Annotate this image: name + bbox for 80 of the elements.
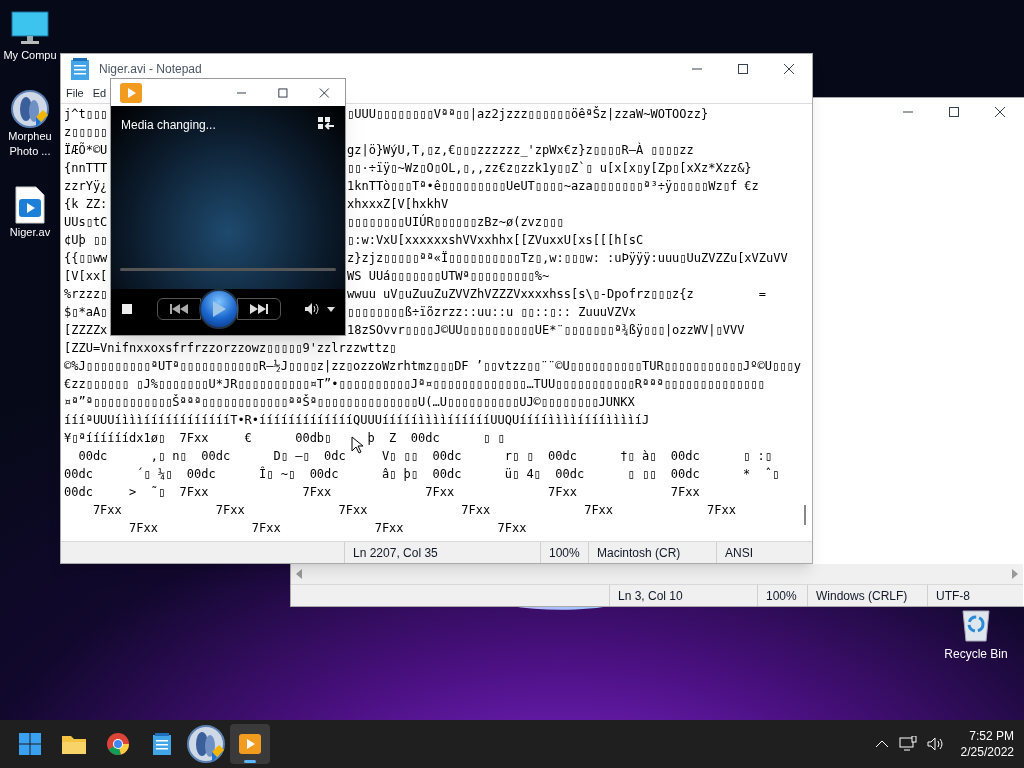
text-line: wwuu uV▯uZuuZuZVVZhVZZZVxxxxhss[s\▯-Dpofrz▯▯▯z{z = bbox=[347, 286, 767, 303]
text-line: zzrYÿ¿ bbox=[64, 178, 109, 195]
text-line: [ZZU=Vnifnxxoxsfrfrzzorzzowz▯▯▯▯▯9'zzlrzzwttz▯ bbox=[64, 341, 397, 355]
status-text: UTF-8 bbox=[936, 587, 970, 605]
dropdown-arrow-icon[interactable] bbox=[327, 306, 335, 312]
taskbar-app-button[interactable] bbox=[230, 724, 270, 764]
text-line: ▯▯▯▯▯▯▯▯UIÚR▯▯▯▯▯▯zBz~ø(zvz▯▯▯ bbox=[347, 213, 564, 231]
horizontal-scrollbar[interactable] bbox=[291, 564, 1023, 584]
text-line: {{▯▯ww bbox=[64, 250, 109, 267]
status-text: 100% bbox=[549, 544, 580, 562]
globe-figures-icon bbox=[186, 724, 226, 764]
text-line: z▯▯▯▯▯ bbox=[64, 124, 109, 141]
text-line: 18zSOvvr▯▯▯▯J©UU▯▯▯▯▯▯▯▯▯▯UE*¨▯▯▯▯▯▯▯ª¾ßÿ▯▯▯|ozzWV|▯VVV bbox=[347, 322, 745, 339]
notepad-icon bbox=[69, 56, 91, 81]
status-text: ANSI bbox=[725, 544, 753, 562]
text-line: ÏÆÕ*©U bbox=[64, 141, 109, 159]
browser-icon bbox=[106, 732, 130, 756]
text-line: {nnTTT bbox=[64, 160, 109, 177]
switch-to-library-icon[interactable] bbox=[317, 116, 335, 132]
text-line: $▯*aA▯ bbox=[64, 304, 109, 321]
volume-icon[interactable] bbox=[305, 303, 319, 315]
text-line: j^t▯▯▯ bbox=[64, 106, 109, 123]
window-title: Niger.avi - Notepad bbox=[99, 60, 202, 78]
desktop-icon-label[interactable]: Niger.av bbox=[9, 225, 51, 240]
scrollbar-thumb[interactable] bbox=[804, 505, 806, 525]
desktop-icon-label[interactable]: Recycle Bin bbox=[944, 645, 1008, 663]
status-text: Ln 3, Col 10 bbox=[618, 587, 683, 605]
volume-icon[interactable] bbox=[926, 737, 945, 751]
text-line: [ZZZZx bbox=[64, 322, 109, 339]
desktop-icon-label[interactable]: Morpheu Photo ... bbox=[8, 129, 52, 159]
network-icon[interactable] bbox=[898, 736, 917, 752]
text-line: ▯▯·÷ïÿ▯~Wz▯O▯OL,▯,,zz€z▯zzk1y▯▯Z`▯ u[x[x▯y[Zp▯[xXz*Xzz&} bbox=[347, 160, 752, 177]
status-text: Media changing... bbox=[121, 117, 216, 134]
text-line: z}zjz▯▯▯▯▯ªª«Ï▯▯▯▯▯▯▯▯▯▯Tz▯,w:▯▯▯w: :uÞÿÿÿ:uuu▯UuZVZZu[xVZuVV bbox=[347, 250, 788, 267]
clock-date[interactable]: 2/25/2022 bbox=[960, 744, 1014, 760]
text-line: 00dc ,▯ n▯ 00dc D▯ –▯ 0dc V▯ ▯▯ 00dc r▯ ▯ 00dc †▯ à▯ 00dc ▯ :▯ bbox=[77, 449, 772, 463]
text-line: ¢Uþ ▯▯ bbox=[64, 232, 109, 249]
text-line: ▯UUU▯▯▯▯▯▯▯▯Vªª▯▯|az2jzzz▯▯▯▯▯▯öêªŠz|zzaW~WOTOOzz} bbox=[347, 105, 709, 123]
text-line: %rzzz▯ bbox=[64, 286, 109, 303]
mouse-pointer-icon bbox=[351, 436, 363, 454]
play-icon bbox=[212, 301, 226, 317]
text-line: {k ZZ: bbox=[64, 196, 109, 213]
text-line: 7Fxx 7Fxx 7Fxx 7Fxx 7Fxx 7Fxx bbox=[91, 503, 736, 517]
text-line: €zz▯▯▯▯▯▯ ▯J%▯▯▯▯▯▯▯U*JR▯▯▯▯▯▯▯▯▯▯¤T”•▯▯▯▯▯▯▯▯▯▯Jª¤▯▯▯▯▯▯▯▯▯▯▯▯▯…TUU▯▯▯▯▯▯▯▯▯▯▯Rªªª▯▯▯▯▯▯▯▯▯▯▯▯▯▯ bbox=[64, 377, 765, 391]
status-text: Ln 2207, Col 35 bbox=[353, 544, 438, 562]
status-text: Windows (CRLF) bbox=[816, 587, 908, 605]
desktop-icon-label[interactable]: My Compu bbox=[3, 48, 57, 63]
text-line: [V[xx[ bbox=[64, 268, 109, 285]
scroll-left-icon[interactable] bbox=[295, 569, 303, 579]
windows-logo-icon bbox=[18, 732, 42, 756]
status-text: Macintosh (CR) bbox=[597, 544, 681, 562]
text-line: WS UUá▯▯▯▯▯▯▯UTWª▯▯▯▯▯▯▯▯▯%~ bbox=[347, 268, 550, 285]
text-line: íííªUUUíìììííííííííííííT•R•íííííííííííííQUUUíííííììììííííííUUQUííííììììííííììììíJ bbox=[64, 413, 650, 427]
text-line: ¤ª”ª▯▯▯▯▯▯▯▯▯▯▯Šªªª▯▯▯▯▯▯▯▯▯▯▯▯ªªŠª▯▯▯▯▯▯▯▯▯▯▯▯▯▯U(…U▯▯▯▯▯▯▯▯▯▯UJ©▯▯▯▯▯▯▯▯JUNKX bbox=[64, 395, 635, 409]
menu-item[interactable]: Ed bbox=[92, 84, 107, 102]
text-line: ¥▯ªíííííídx1ø▯ 7Fxx € 00db▯ þ Z 00dc ▯ ▯ bbox=[64, 431, 505, 445]
text-line: UUs▯tC bbox=[64, 214, 109, 231]
text-line: 7Fxx 7Fxx 7Fxx 7Fxx bbox=[128, 521, 527, 535]
play-button[interactable] bbox=[199, 289, 239, 329]
text-line: gz|ö}WýU,T,▯z,€▯▯▯zzzzzz_'zpWx€z}z▯▯▯▯R—À ▯▯▯▯zz bbox=[347, 141, 694, 159]
previous-button[interactable] bbox=[157, 298, 201, 320]
text-line: 1knTTò▯▯▯Tª•ê▯▯▯▯▯▯▯▯▯UeUT▯▯▯▯~aza▯▯▯▯▯▯▯ª³÷ÿ▯▯▯▯▯Wz▯f €z bbox=[347, 178, 759, 195]
globe-figures-icon bbox=[10, 89, 50, 129]
taskbar-app-button[interactable] bbox=[186, 724, 226, 764]
clock-time[interactable]: 7:52 PM bbox=[969, 728, 1014, 744]
text-line: 00dc ´▯ ¼▯ 00dc Î▯ ~▯ 00dc â▯ þ▯ 00dc ü▯ 4▯ 00dc ▯ ▯▯ 00dc * ˆ▯ bbox=[64, 467, 780, 481]
text-line: 00dc > ˜▯ 7Fxx 7Fxx 7Fxx 7Fxx 7Fxx bbox=[64, 485, 700, 499]
previous-icon bbox=[169, 304, 189, 314]
status-text: 100% bbox=[766, 587, 797, 605]
menu-item[interactable]: File bbox=[66, 84, 84, 102]
text-line: ▯:w:VxU[xxxxxxshVVxxhhx[[ZVuxxU[xs[[[h[sC bbox=[347, 232, 644, 249]
chevron-up-icon[interactable] bbox=[874, 740, 889, 748]
notepad-icon bbox=[151, 732, 173, 756]
text-line: ▯▯▯▯▯▯▯▯ß÷ïõzrzz::uu::u ▯▯::▯:: ZuuuVZVx bbox=[347, 304, 636, 321]
next-icon bbox=[249, 304, 269, 314]
text-line: xhxxxZ[V[hxkhV bbox=[347, 196, 449, 213]
media-player-icon bbox=[238, 732, 262, 756]
text-line: ©%J▯▯▯▯▯▯▯▯▯ªUTª▯▯▯▯▯▯▯▯▯▯▯R—½J▯▯▯▯z|zz▯ozzoWzrhtmz▯▯▯DF ’▯▯vtzz▯▯¨¨©U▯▯▯▯▯▯▯▯▯▯TUR▯▯▯▯▯▯▯▯▯▯▯Jº©U▯▯▯y bbox=[64, 359, 801, 373]
next-button[interactable] bbox=[237, 298, 281, 320]
stop-icon[interactable] bbox=[121, 303, 133, 315]
